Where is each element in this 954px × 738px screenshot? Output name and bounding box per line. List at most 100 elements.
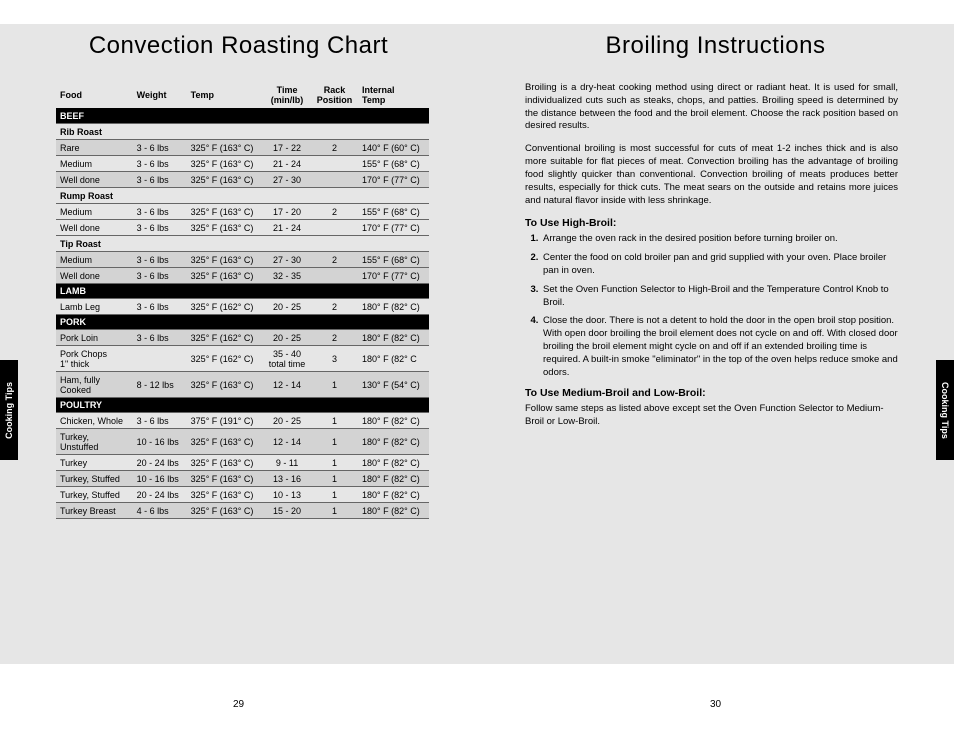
left-content: FoodWeightTempTime(min/lb)RackPositionIn… <box>0 82 477 519</box>
intro-para-2: Conventional broiling is most successful… <box>525 143 898 207</box>
cell: Ham, fullyCooked <box>56 372 133 398</box>
cell: 3 - 6 lbs <box>133 172 187 188</box>
cell: 8 - 12 lbs <box>133 372 187 398</box>
table-row: Turkey20 - 24 lbs325° F (163° C)9 - 1111… <box>56 455 429 471</box>
cell: 3 - 6 lbs <box>133 299 187 315</box>
cell: 325° F (163° C) <box>187 220 263 236</box>
cell: 2 <box>311 330 358 346</box>
cell: 3 - 6 lbs <box>133 204 187 220</box>
table-row: LAMB <box>56 284 429 299</box>
cell: 180° F (82° C) <box>358 487 429 503</box>
cell <box>133 124 187 140</box>
cell: 325° F (163° C) <box>187 156 263 172</box>
cell: Well done <box>56 220 133 236</box>
cell: Medium <box>56 252 133 268</box>
cell: Turkey <box>56 455 133 471</box>
cell: 3 - 6 lbs <box>133 156 187 172</box>
cell: 1 <box>311 471 358 487</box>
cell: 325° F (162° C) <box>187 346 263 372</box>
cell: 20 - 25 <box>263 413 311 429</box>
left-page-number: 29 <box>0 699 477 710</box>
cell <box>133 346 187 372</box>
cell: 180° F (82° C) <box>358 503 429 519</box>
cell: 27 - 30 <box>263 252 311 268</box>
cell <box>311 220 358 236</box>
table-row: Turkey,Unstuffed10 - 16 lbs325° F (163° … <box>56 429 429 455</box>
cell <box>311 124 358 140</box>
cell: 180° F (82° C) <box>358 413 429 429</box>
cell <box>311 172 358 188</box>
table-row: PORK <box>56 315 429 330</box>
cell: 10 - 13 <box>263 487 311 503</box>
cell: 1 <box>311 455 358 471</box>
cell: 3 - 6 lbs <box>133 413 187 429</box>
cell: Chicken, Whole <box>56 413 133 429</box>
cell: 325° F (163° C) <box>187 471 263 487</box>
table-row: Medium3 - 6 lbs325° F (163° C)17 - 20215… <box>56 204 429 220</box>
intro-para-1: Broiling is a dry-heat cooking method us… <box>525 82 898 133</box>
cell: 2 <box>311 252 358 268</box>
cell: 155° F (68° C) <box>358 156 429 172</box>
section-cell: PORK <box>56 315 429 330</box>
cell: 3 - 6 lbs <box>133 268 187 284</box>
cell: 13 - 16 <box>263 471 311 487</box>
left-page: Cooking Tips Convection Roasting Chart F… <box>0 0 477 738</box>
cell: 21 - 24 <box>263 220 311 236</box>
cell: Rib Roast <box>56 124 133 140</box>
cell: 9 - 11 <box>263 455 311 471</box>
table-row: Rib Roast <box>56 124 429 140</box>
table-row: POULTRY <box>56 398 429 413</box>
cell: 12 - 14 <box>263 429 311 455</box>
cell: 180° F (82° C) <box>358 471 429 487</box>
right-page-number: 30 <box>477 699 954 710</box>
cell: Turkey, Stuffed <box>56 471 133 487</box>
cell: 1 <box>311 487 358 503</box>
cell <box>187 124 263 140</box>
cell: 3 - 6 lbs <box>133 140 187 156</box>
cell: 1 <box>311 372 358 398</box>
col-header: Temp <box>187 82 263 109</box>
cell: 32 - 35 <box>263 268 311 284</box>
cell: 325° F (163° C) <box>187 372 263 398</box>
table-row: Pork Chops1" thick325° F (162° C)35 - 40… <box>56 346 429 372</box>
med-low-broil-para: Follow same steps as listed above except… <box>525 403 898 429</box>
section-cell: BEEF <box>56 109 429 124</box>
cell: 325° F (163° C) <box>187 455 263 471</box>
table-row: Rare3 - 6 lbs325° F (163° C)17 - 222140°… <box>56 140 429 156</box>
table-row: Pork Loin3 - 6 lbs325° F (162° C)20 - 25… <box>56 330 429 346</box>
cell: 325° F (163° C) <box>187 204 263 220</box>
cell: 20 - 25 <box>263 299 311 315</box>
table-row: Well done3 - 6 lbs325° F (163° C)32 - 35… <box>56 268 429 284</box>
step-item: Set the Oven Function Selector to High-B… <box>541 284 898 310</box>
cell: 155° F (68° C) <box>358 252 429 268</box>
right-content: Broiling is a dry-heat cooking method us… <box>477 82 954 429</box>
cell: 180° F (82° C) <box>358 330 429 346</box>
table-row: Medium3 - 6 lbs325° F (163° C)21 - 24155… <box>56 156 429 172</box>
col-header: Weight <box>133 82 187 109</box>
cell: 2 <box>311 204 358 220</box>
cell: 325° F (162° C) <box>187 330 263 346</box>
cell: 20 - 24 lbs <box>133 487 187 503</box>
cell: 1 <box>311 429 358 455</box>
cell: 2 <box>311 299 358 315</box>
cell <box>187 188 263 204</box>
col-header: Food <box>56 82 133 109</box>
roasting-table: FoodWeightTempTime(min/lb)RackPositionIn… <box>56 82 429 519</box>
cell: 325° F (163° C) <box>187 252 263 268</box>
cell: 180° F (82° C) <box>358 455 429 471</box>
right-page: Cooking Tips Broiling Instructions Broil… <box>477 0 954 738</box>
cell: 35 - 40total time <box>263 346 311 372</box>
cell: 1 <box>311 503 358 519</box>
cell: 20 - 25 <box>263 330 311 346</box>
cell: 10 - 16 lbs <box>133 471 187 487</box>
cell <box>358 124 429 140</box>
cell <box>311 268 358 284</box>
cell: 2 <box>311 140 358 156</box>
cell: 3 - 6 lbs <box>133 330 187 346</box>
cell: 325° F (163° C) <box>187 487 263 503</box>
cell: 155° F (68° C) <box>358 204 429 220</box>
cell: Well done <box>56 172 133 188</box>
cell: Lamb Leg <box>56 299 133 315</box>
cell: 21 - 24 <box>263 156 311 172</box>
cell: 12 - 14 <box>263 372 311 398</box>
